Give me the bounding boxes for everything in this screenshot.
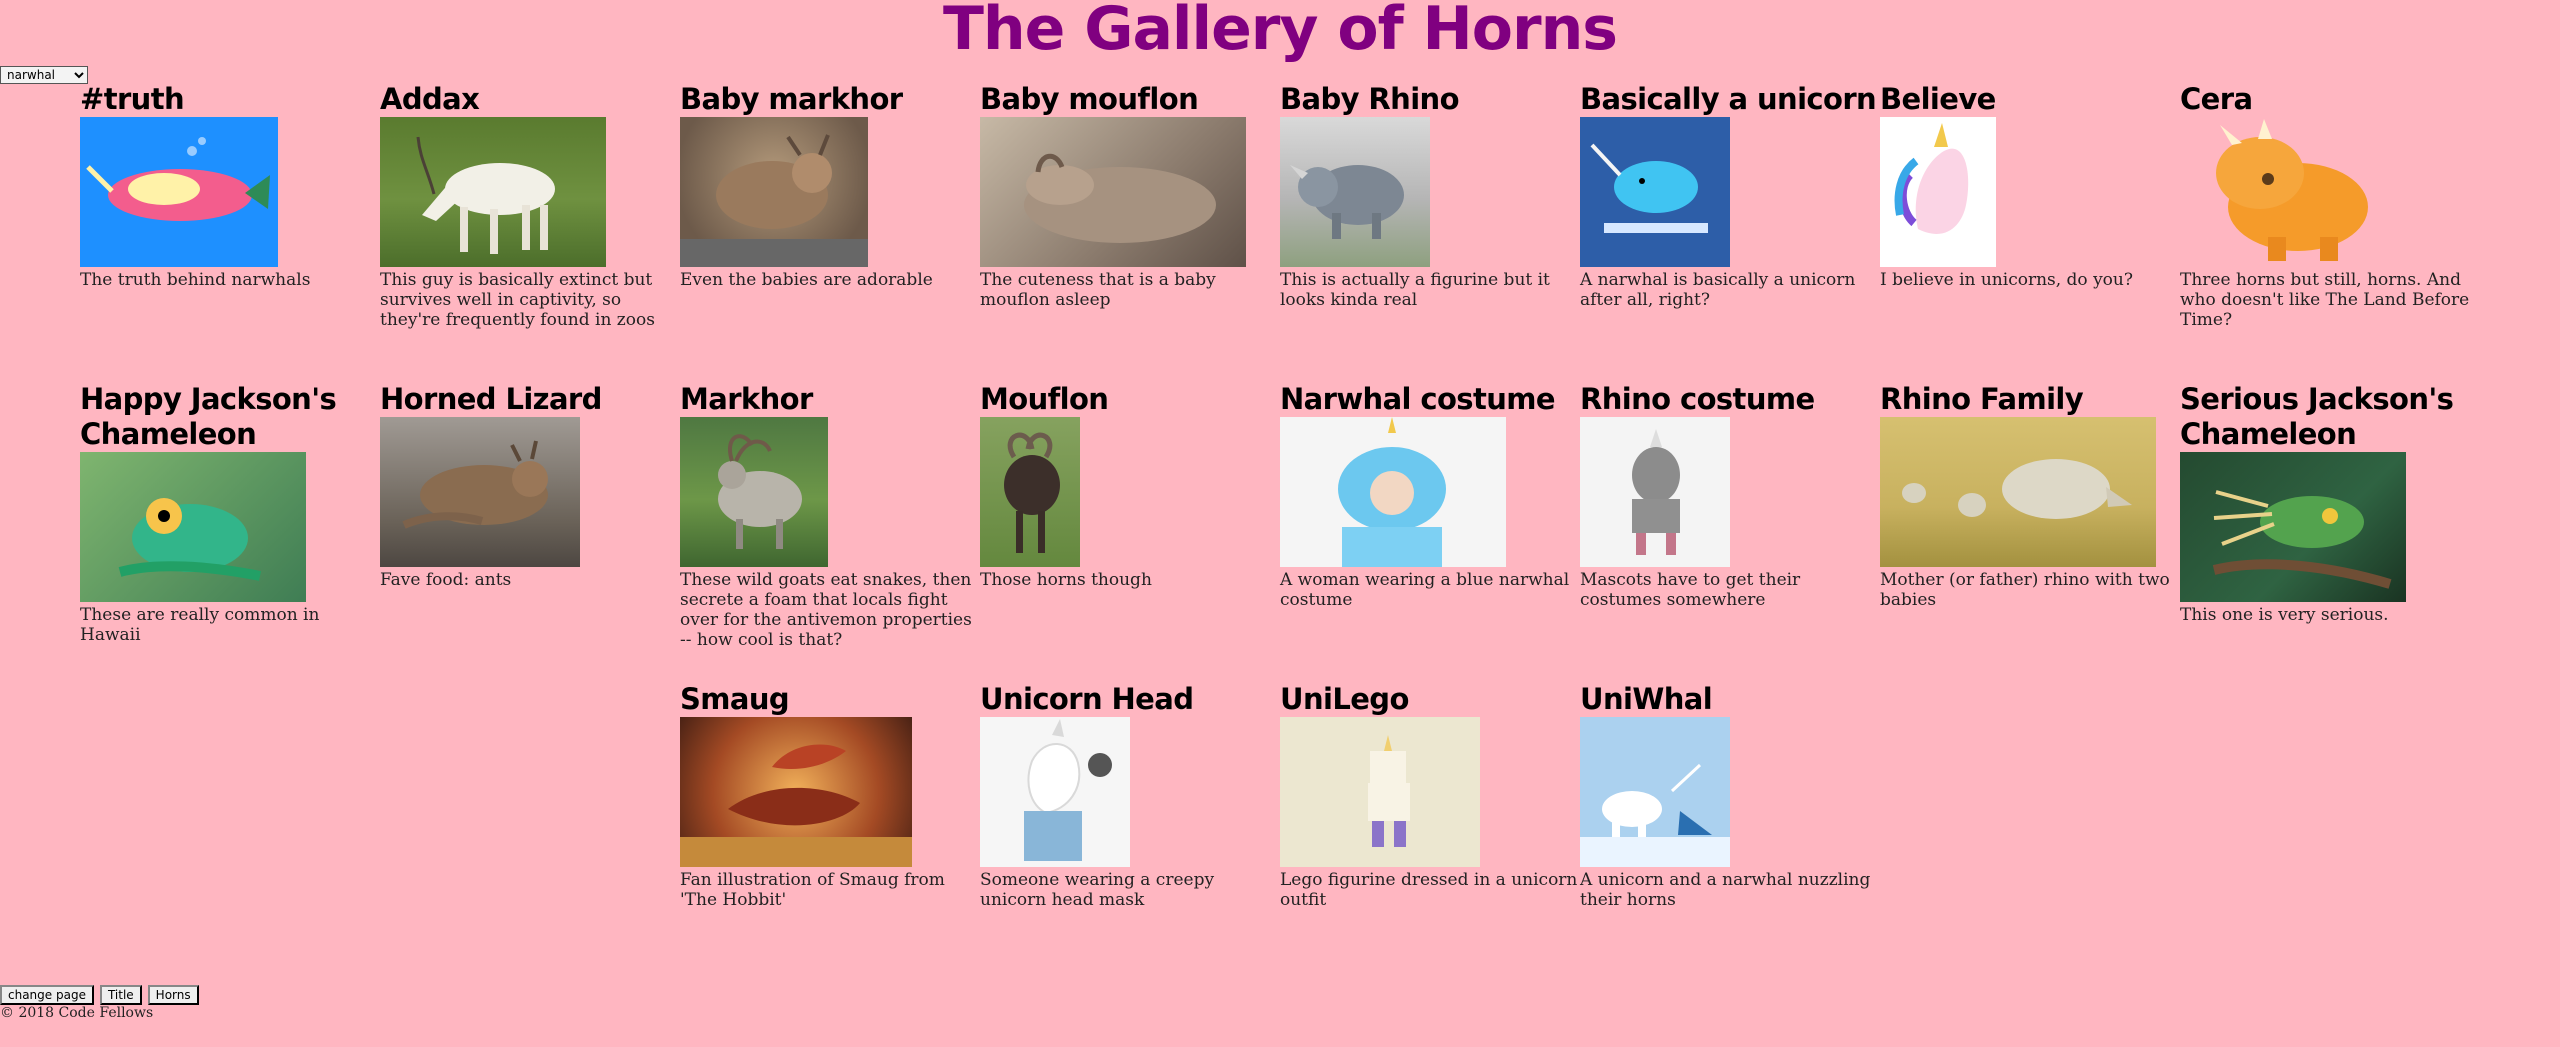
horn-title: Addax — [380, 82, 480, 116]
horn-card: Rhino Family Mother (or father) rhino wi… — [1880, 382, 2180, 610]
horn-card: Baby mouflon The cuteness that is a baby… — [980, 82, 1280, 310]
horn-description: The cuteness that is a baby mouflon asle… — [980, 270, 1216, 310]
horn-description: Lego figurine dressed in a unicorn outfi… — [1280, 870, 1578, 910]
horn-description: Fan illustration of Smaug from 'The Hobb… — [680, 870, 945, 910]
horn-card: UniLego Lego figurine dressed in a unico… — [1280, 682, 1580, 910]
horn-description: Fave food: ants — [380, 570, 512, 590]
baby-rhino-image — [1280, 117, 1430, 267]
horn-title: Unicorn Head — [980, 682, 1194, 716]
horn-card: Unicorn Head Someone wearing a creepy un… — [980, 682, 1280, 910]
horn-card: Rhino costume Mascots have to get their … — [1580, 382, 1880, 610]
horn-card: Basically a unicorn A narwhal is basical… — [1580, 82, 1880, 310]
horn-card: Horned Lizard Fave food: ants — [380, 382, 680, 590]
horn-title: Rhino costume — [1580, 382, 1815, 416]
horn-card: Serious Jackson's Chameleon This one is … — [2180, 382, 2480, 625]
horn-description: Mother (or father) rhino with two babies — [1880, 570, 2170, 610]
serious-chameleon-image — [2180, 452, 2406, 602]
triceratops-cartoon-image — [2180, 117, 2410, 267]
horn-description: Even the babies are adorable — [680, 270, 933, 290]
horn-card: Markhor These wild goats eat snakes, the… — [680, 382, 980, 650]
horn-description: A woman wearing a blue narwhal costume — [1280, 570, 1570, 610]
horn-description: Those horns though — [980, 570, 1152, 590]
horn-description: The truth behind narwhals — [80, 270, 311, 290]
horn-title: UniWhal — [1580, 682, 1713, 716]
horn-gallery: #truth The truth behind narwhals Addax T… — [80, 0, 2480, 960]
horn-description: Three horns but still, horns. And who do… — [2180, 270, 2470, 330]
horn-description: These are really common in Hawaii — [80, 605, 320, 645]
rhino-mascot-image — [1580, 417, 1730, 567]
horn-card: #truth The truth behind narwhals — [80, 82, 380, 290]
narwhal-costume-image — [1280, 417, 1506, 567]
keyword-filter-select[interactable]: narwhal — [0, 66, 88, 84]
horn-card: Narwhal costume A woman wearing a blue n… — [1280, 382, 1580, 610]
horn-title: UniLego — [1280, 682, 1409, 716]
horn-description: I believe in unicorns, do you? — [1880, 270, 2133, 290]
horn-description: This is actually a figurine but it looks… — [1280, 270, 1550, 310]
horn-description: Mascots have to get their costumes somew… — [1580, 570, 1801, 610]
horn-title: Basically a unicorn — [1580, 82, 1877, 116]
horn-title: Smaug — [680, 682, 790, 716]
horn-card: Mouflon Those horns though — [980, 382, 1280, 590]
horn-title: Mouflon — [980, 382, 1109, 416]
horn-card: Believe I believe in unicorns, do you? — [1880, 82, 2180, 290]
horn-description: Someone wearing a creepy unicorn head ma… — [980, 870, 1215, 910]
unicorn-narwhal-image — [1580, 717, 1730, 867]
copyright-text: © 2018 Code Fellows — [0, 1005, 154, 1021]
horn-card: Smaug Fan illustration of Smaug from 'Th… — [680, 682, 980, 910]
narwhal-shirt-image — [1580, 117, 1730, 267]
sort-horns-button[interactable]: Horns — [147, 985, 199, 1005]
horn-card: Happy Jackson's Chameleon These are real… — [80, 382, 380, 645]
horn-title: #truth — [80, 82, 185, 116]
footer-controls: change page Title Horns — [0, 985, 199, 1005]
horn-card: UniWhal A unicorn and a narwhal nuzzling… — [1580, 682, 1880, 910]
horn-title: Serious Jackson's Chameleon — [2180, 382, 2454, 451]
horn-card: Baby markhor Even the babies are adorabl… — [680, 82, 980, 290]
horn-description: This guy is basically extinct but surviv… — [380, 270, 655, 330]
horn-title: Baby markhor — [680, 82, 903, 116]
unicorn-believe-image — [1880, 117, 1996, 267]
unicorn-mask-image — [980, 717, 1130, 867]
horn-description: This one is very serious. — [2180, 605, 2389, 625]
horn-title: Baby mouflon — [980, 82, 1199, 116]
horn-title: Believe — [1880, 82, 1996, 116]
horn-title: Markhor — [680, 382, 813, 416]
horn-title: Happy Jackson's Chameleon — [80, 382, 337, 451]
horn-title: Narwhal costume — [1280, 382, 1556, 416]
horn-title: Baby Rhino — [1280, 82, 1460, 116]
horned-lizard-image — [380, 417, 580, 567]
happy-chameleon-image — [80, 452, 306, 602]
horn-title: Cera — [2180, 82, 2253, 116]
horn-title: Horned Lizard — [380, 382, 602, 416]
sort-title-button[interactable]: Title — [99, 985, 142, 1005]
narwhal-cartoon-image — [80, 117, 278, 267]
horn-description: A narwhal is basically a unicorn after a… — [1580, 270, 1856, 310]
horn-card: Baby Rhino This is actually a figurine b… — [1280, 82, 1580, 310]
horn-description: A unicorn and a narwhal nuzzling their h… — [1580, 870, 1871, 910]
rhino-family-image — [1880, 417, 2156, 567]
horn-description: These wild goats eat snakes, then secret… — [680, 570, 972, 650]
lego-unicorn-image — [1280, 717, 1480, 867]
horn-card: Addax This guy is basically extinct but … — [380, 82, 680, 330]
baby-mouflon-image — [980, 117, 1246, 267]
horn-card: Cera Three horns but still, horns. And w… — [2180, 82, 2480, 330]
horn-title: Rhino Family — [1880, 382, 2084, 416]
addax-image — [380, 117, 606, 267]
smaug-dragon-image — [680, 717, 912, 867]
markhor-image — [680, 417, 828, 567]
mouflon-image — [980, 417, 1080, 567]
change-page-button[interactable]: change page — [0, 985, 94, 1005]
baby-markhor-image — [680, 117, 868, 267]
